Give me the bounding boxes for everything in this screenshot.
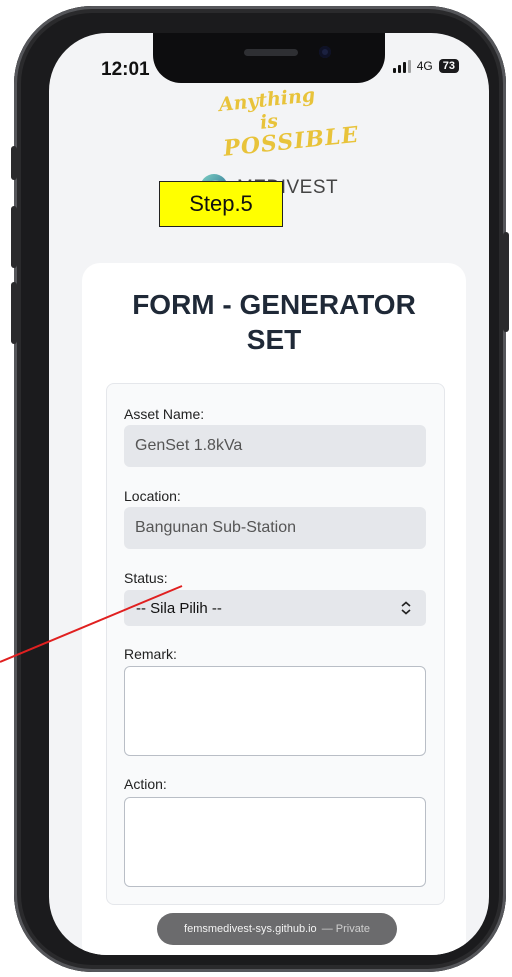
asset-name-field[interactable]: GenSet 1.8kVa [124,425,426,467]
status-time: 12:01 [101,59,150,80]
battery-icon: 73 [438,59,459,73]
privacy-label: — Private [321,923,370,935]
location-label: Location: [124,488,181,504]
form-title: FORM - GENERATOR SET [82,287,466,357]
remark-label: Remark: [124,646,177,662]
phone-frame: 12:01 4G 73 Anything is POSSIBLE MEDIVES… [11,6,509,972]
slogan-logo: Anything is POSSIBLE [218,84,360,162]
asset-name-label: Asset Name: [124,406,205,422]
network-type: 4G [416,59,433,73]
status-select[interactable]: -- Sila Pilih -- [124,590,426,626]
status-indicators: 4G 73 [392,59,459,73]
action-textarea[interactable] [124,797,426,887]
form-title-line1: FORM - GENERATOR [132,289,416,320]
status-label: Status: [124,570,168,586]
phone-screen: 12:01 4G 73 Anything is POSSIBLE MEDIVES… [49,33,489,955]
location-field[interactable]: Bangunan Sub-Station [124,507,426,549]
form-card: FORM - GENERATOR SET Asset Name: GenSet … [82,263,466,955]
notch [153,33,385,83]
chevron-updown-icon [401,601,411,615]
power-button [503,232,509,332]
front-camera [319,46,331,58]
browser-url-bar[interactable]: femsmedivest-sys.github.io — Private [157,913,397,945]
action-label: Action: [124,776,167,792]
speaker [244,49,298,56]
form-title-line2: SET [246,324,302,355]
status-selected-value: -- Sila Pilih -- [136,599,222,617]
volume-up-button [11,206,17,268]
signal-icon [392,59,411,73]
url-text: femsmedivest-sys.github.io [184,923,317,935]
form-fields: Asset Name: GenSet 1.8kVa Location: Bang… [106,383,445,905]
remark-textarea[interactable] [124,666,426,756]
volume-down-button [11,282,17,344]
step-badge: Step.5 [159,181,283,227]
silent-switch [11,146,17,180]
